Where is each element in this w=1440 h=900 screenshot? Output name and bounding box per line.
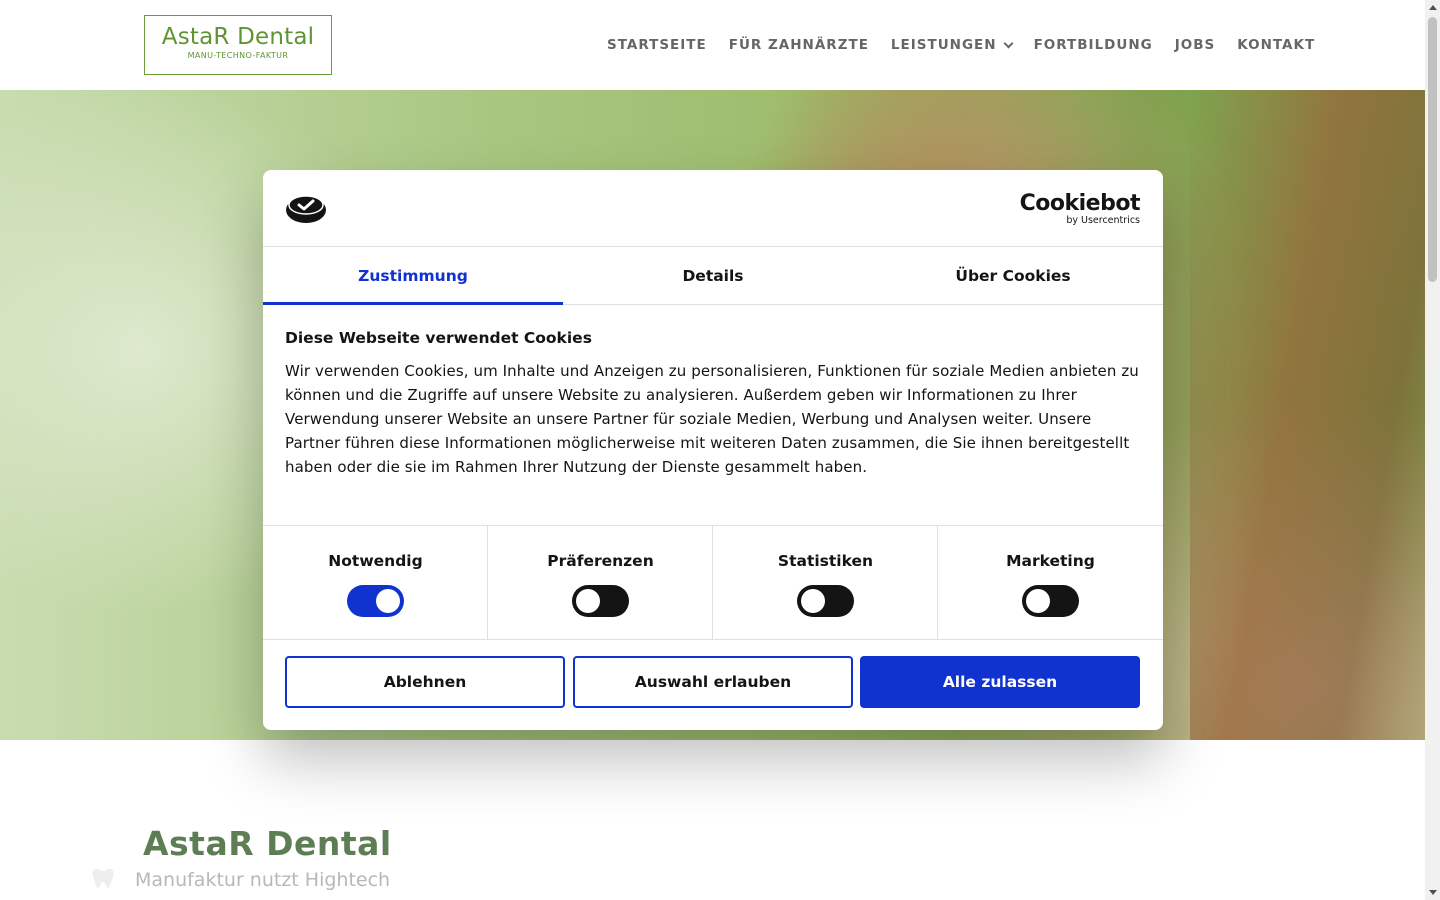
dialog-header: Cookiebot by Usercentrics — [263, 170, 1163, 247]
page-scrollbar[interactable] — [1425, 0, 1440, 900]
tooth-icon — [92, 868, 114, 888]
logo-subtitle: MANU-TECHNO-FAKTUR — [187, 51, 289, 60]
toggle-knob — [801, 589, 825, 613]
scroll-up-arrow-icon[interactable] — [1429, 5, 1437, 10]
hero-image-detail — [1190, 90, 1425, 740]
tab-zustimmung[interactable]: Zustimmung — [263, 247, 563, 305]
toggle-knob — [576, 589, 600, 613]
nav-label: JOBS — [1174, 37, 1216, 53]
content-title: AstaR Dental — [143, 824, 392, 863]
category-marketing: Marketing — [938, 526, 1163, 639]
cookiebot-brand[interactable]: Cookiebot by Usercentrics — [1019, 191, 1141, 226]
toggle-marketing[interactable] — [1022, 585, 1079, 617]
toggle-knob — [376, 589, 400, 613]
chevron-down-icon — [1003, 38, 1014, 48]
brand-name: Cookiebot — [1019, 191, 1141, 216]
decline-button[interactable]: Ablehnen — [285, 656, 565, 708]
nav-item-leistungen[interactable]: LEISTUNGEN — [890, 37, 1014, 53]
nav-label: LEISTUNGEN — [890, 37, 997, 53]
toggle-praeferenzen[interactable] — [572, 585, 629, 617]
nav-item-fuer-zahnaerzte[interactable]: FÜR ZAHNÄRZTE — [729, 37, 869, 53]
consent-categories: Notwendig Präferenzen Statistiken Market… — [263, 525, 1163, 640]
nav-label: FORTBILDUNG — [1033, 37, 1153, 53]
dialog-heading: Diese Webseite verwendet Cookies — [285, 329, 592, 347]
nav-item-kontakt[interactable]: KONTAKT — [1237, 37, 1315, 53]
allow-all-button[interactable]: Alle zulassen — [860, 656, 1140, 708]
cookiebot-logo-icon — [286, 195, 326, 223]
cookie-consent-dialog: Cookiebot by Usercentrics Zustimmung Det… — [263, 170, 1163, 730]
allow-selection-button[interactable]: Auswahl erlauben — [573, 656, 853, 708]
logo-title: AstaR Dental — [161, 24, 315, 50]
nav-label: STARTSEITE — [607, 37, 707, 53]
category-praeferenzen: Präferenzen — [488, 526, 713, 639]
nav-label: KONTAKT — [1237, 37, 1316, 53]
category-label: Notwendig — [328, 552, 423, 570]
toggle-notwendig[interactable] — [347, 585, 404, 617]
main-nav: STARTSEITE FÜR ZAHNÄRZTE LEISTUNGEN FORT… — [607, 37, 1315, 53]
dialog-body-text: Wir verwenden Cookies, um Inhalte und An… — [285, 362, 1139, 476]
tab-ueber-cookies[interactable]: Über Cookies — [863, 247, 1163, 304]
nav-item-startseite[interactable]: STARTSEITE — [607, 37, 707, 53]
tab-details[interactable]: Details — [563, 247, 863, 304]
toggle-statistiken[interactable] — [797, 585, 854, 617]
nav-item-fortbildung[interactable]: FORTBILDUNG — [1034, 37, 1153, 53]
category-statistiken: Statistiken — [713, 526, 938, 639]
nav-item-jobs[interactable]: JOBS — [1175, 37, 1216, 53]
dialog-tabs: Zustimmung Details Über Cookies — [263, 247, 1163, 305]
site-logo[interactable]: AstaR Dental MANU-TECHNO-FAKTUR — [144, 15, 332, 75]
category-label: Statistiken — [777, 552, 874, 570]
content-subtitle: Manufaktur nutzt Hightech — [135, 869, 391, 891]
site-header: AstaR Dental MANU-TECHNO-FAKTUR STARTSEI… — [0, 0, 1425, 90]
scroll-down-arrow-icon[interactable] — [1429, 890, 1437, 895]
scrollbar-thumb[interactable] — [1428, 17, 1437, 282]
brand-by: by Usercentrics — [1066, 215, 1140, 226]
nav-label: FÜR ZAHNÄRZTE — [728, 37, 869, 53]
category-label: Marketing — [1006, 552, 1095, 570]
toggle-knob — [1026, 589, 1050, 613]
category-notwendig: Notwendig — [263, 526, 488, 639]
category-label: Präferenzen — [547, 552, 654, 570]
